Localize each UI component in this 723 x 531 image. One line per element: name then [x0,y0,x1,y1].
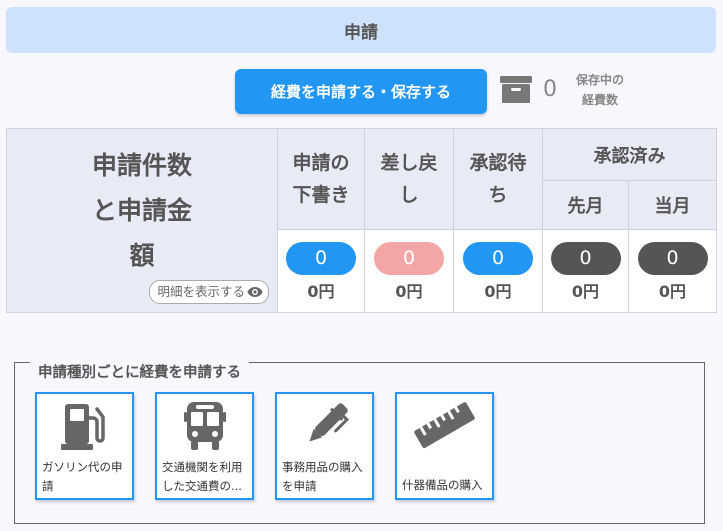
pending-amount: 0円 [484,282,512,301]
category-card-transport[interactable]: 交通機関を利用した交通費の... [155,392,254,500]
bus-icon [183,402,226,450]
draft-amount: 0円 [307,282,335,301]
column-header-pending: 承認待ち [453,128,543,230]
returned-cell: 0 0円 [364,229,454,313]
returned-count-badge[interactable]: 0 [374,242,444,275]
approved-this-month-amount: 0円 [658,282,687,301]
approved-this-month-count-badge[interactable]: 0 [637,242,708,275]
category-card-label: 什器備品の購入 [402,478,483,492]
gas-pump-icon [60,404,105,450]
draft-count-badge[interactable]: 0 [286,242,356,275]
approved-last-month-count-badge[interactable]: 0 [550,242,621,275]
approved-last-month-amount: 0円 [571,282,600,301]
ruler-icon [413,402,475,449]
approved-last-month-cell: 0 0円 [542,229,629,313]
eye-icon [247,287,263,297]
category-card-gasoline[interactable]: ガソリン代の申請 [35,392,134,500]
draft-cell: 0 0円 [277,229,365,313]
page-title: 申請 [344,22,378,43]
submit-expense-button[interactable]: 経費を申請する・保存する [235,69,487,114]
category-card-office-supplies[interactable]: 事務用品の購入を申請 [275,392,374,500]
column-header-last-month: 先月 [542,180,629,230]
summary-row-header: 申請件数 と申請金 額 明細を表示する [6,128,278,313]
saved-expense-count: 0 [543,77,557,102]
category-card-label: 事務用品の購入を申請 [282,460,363,493]
pen-icon [308,403,349,442]
page-header: 申請 [6,7,716,53]
column-header-returned: 差し戻し [364,128,454,230]
approved-this-month-cell: 0 0円 [628,229,717,313]
archive-box-icon [500,76,532,103]
category-card-furniture[interactable]: 什器備品の購入 [395,392,494,500]
column-header-this-month: 当月 [628,180,717,230]
show-details-button[interactable]: 明細を表示する [149,280,269,304]
category-card-label: ガソリン代の申請 [42,460,123,493]
pending-count-badge[interactable]: 0 [463,242,533,275]
category-card-label: 交通機関を利用した交通費の... [162,460,243,493]
column-header-approved: 承認済み [542,128,717,181]
column-header-draft: 申請の 下書き [277,128,365,230]
application-summary-table: 申請件数 と申請金 額 明細を表示する 申請の 下書き 差し戻し 承認待ち 承認済… [6,128,717,313]
category-section-title: 申請種別ごとに経費を申請する [30,361,249,382]
pending-cell: 0 0円 [453,229,543,313]
saved-expense-label: 保存中の 経費数 [575,73,624,107]
returned-amount: 0円 [395,282,423,301]
